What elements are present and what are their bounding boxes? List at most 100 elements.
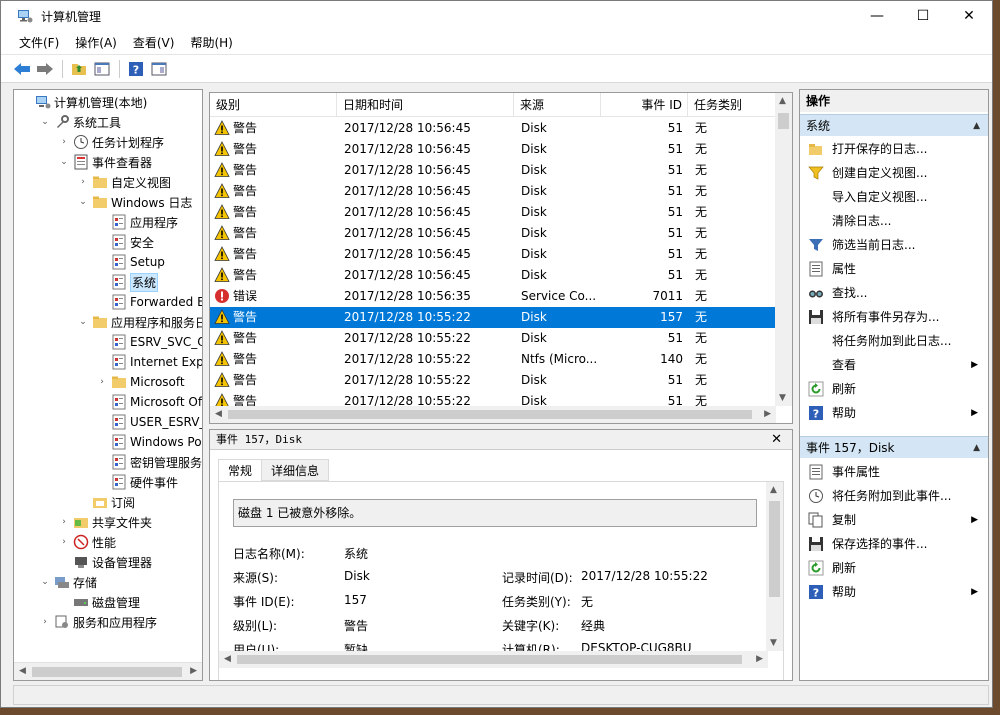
column-task-category[interactable]: 任务类别	[688, 93, 776, 117]
action-item[interactable]: 创建自定义视图...	[800, 161, 988, 185]
scrollbar-thumb[interactable]	[32, 667, 182, 677]
tree-node[interactable]: › 自定义视图	[77, 172, 171, 192]
action-item[interactable]: 查看 ▶	[800, 353, 988, 377]
tree-node[interactable]: 设备管理器	[58, 552, 152, 572]
expand-down-icon[interactable]: ⌄	[77, 197, 89, 207]
action-item[interactable]: 打开保存的日志...	[800, 137, 988, 161]
tree-node[interactable]: ESRV_SVC_QUE	[96, 332, 202, 352]
tree-node[interactable]: › Microsoft	[96, 372, 184, 392]
expand-down-icon[interactable]: ⌄	[77, 317, 89, 327]
action-item[interactable]: ? 帮助 ▶	[800, 580, 988, 604]
scrollbar-thumb[interactable]	[769, 501, 780, 597]
tree-node[interactable]: › 性能	[58, 532, 116, 552]
tree-node[interactable]: › 服务和应用程序	[39, 612, 157, 632]
show-hide-tree-button[interactable]	[91, 58, 113, 80]
tree-node[interactable]: › 任务计划程序	[58, 132, 164, 152]
expand-right-icon[interactable]: ›	[77, 177, 89, 187]
expand-right-icon[interactable]: ›	[39, 617, 51, 627]
tree-node[interactable]: 密钥管理服务	[96, 452, 202, 472]
column-event-id[interactable]: 事件 ID	[601, 93, 688, 117]
tab-general[interactable]: 常规	[218, 459, 263, 482]
event-row[interactable]: 警告 2017/12/28 10:56:45 Disk 51 无	[210, 202, 776, 223]
expand-down-icon[interactable]: ⌄	[58, 157, 70, 167]
menu-action[interactable]: 操作(A)	[67, 34, 125, 51]
event-row[interactable]: 警告 2017/12/28 10:56:45 Disk 51 无	[210, 265, 776, 286]
action-item[interactable]: 保存选择的事件...	[800, 532, 988, 556]
tree-node[interactable]: USER_ESRV_SV	[96, 412, 202, 432]
scroll-left-icon[interactable]: ◀	[215, 409, 222, 419]
scroll-left-icon[interactable]: ◀	[224, 654, 231, 664]
tree-node[interactable]: ⌄ 存储	[39, 572, 97, 592]
close-button[interactable]: ✕	[946, 1, 992, 31]
scrollbar-thumb[interactable]	[778, 113, 789, 129]
minimize-button[interactable]: —	[854, 1, 900, 31]
tree-node[interactable]: 系统	[96, 272, 159, 292]
action-item[interactable]: 将任务附加到此事件...	[800, 484, 988, 508]
tree-node[interactable]: ⌄ 系统工具	[39, 112, 121, 132]
scroll-down-icon[interactable]: ▼	[770, 638, 777, 648]
scroll-left-icon[interactable]: ◀	[19, 666, 26, 676]
event-row[interactable]: 警告 2017/12/28 10:56:45 Disk 51 无	[210, 223, 776, 244]
scroll-up-icon[interactable]: ▲	[770, 485, 777, 495]
tree-horizontal-scrollbar[interactable]: ◀ ▶	[14, 662, 202, 680]
tree-node[interactable]: ⌄ Windows 日志	[77, 192, 192, 212]
tree-node[interactable]: ⌄ 应用程序和服务日志	[77, 312, 202, 332]
tree-node[interactable]: Setup	[96, 252, 165, 272]
event-row[interactable]: 警告 2017/12/28 10:56:45 Disk 51 无	[210, 244, 776, 265]
scroll-up-icon[interactable]: ▲	[779, 96, 786, 106]
expand-right-icon[interactable]: ›	[96, 377, 108, 387]
scroll-right-icon[interactable]: ▶	[190, 666, 197, 676]
action-item[interactable]: 将任务附加到此日志...	[800, 329, 988, 353]
scroll-right-icon[interactable]: ▶	[756, 654, 763, 664]
menu-view[interactable]: 查看(V)	[125, 34, 183, 51]
event-row[interactable]: 警告 2017/12/28 10:55:22 Disk 51 无	[210, 328, 776, 349]
menu-file[interactable]: 文件(F)	[11, 34, 67, 51]
detail-horizontal-scrollbar[interactable]: ◀ ▶	[219, 651, 768, 668]
tree-node[interactable]: 计算机管理(本地)	[20, 92, 147, 112]
expand-down-icon[interactable]: ⌄	[39, 117, 51, 127]
tree-node[interactable]: Internet Explor	[96, 352, 202, 372]
tree-node[interactable]: ⌄ 事件查看器	[58, 152, 152, 172]
tree-node[interactable]: Forwarded Eve	[96, 292, 202, 312]
action-item[interactable]: 事件属性	[800, 460, 988, 484]
scroll-down-icon[interactable]: ▼	[779, 393, 786, 403]
close-detail-icon[interactable]: ✕	[771, 430, 782, 450]
detail-vertical-scrollbar[interactable]: ▲ ▼	[766, 482, 783, 651]
list-vertical-scrollbar[interactable]: ▲ ▼	[775, 93, 792, 406]
forward-button[interactable]	[34, 58, 56, 80]
action-item[interactable]: 查找...	[800, 281, 988, 305]
tree-node[interactable]: 硬件事件	[96, 472, 178, 492]
column-level[interactable]: 级别	[210, 93, 337, 117]
scrollbar-thumb[interactable]	[237, 655, 742, 664]
maximize-button[interactable]: ☐	[900, 1, 946, 31]
column-source[interactable]: 来源	[514, 93, 601, 117]
action-item[interactable]: 刷新	[800, 556, 988, 580]
expand-right-icon[interactable]: ›	[58, 517, 70, 527]
tab-details[interactable]: 详细信息	[261, 459, 330, 481]
actions-section-system[interactable]: 系统 ▲	[800, 114, 988, 136]
show-hide-action-pane-button[interactable]	[148, 58, 170, 80]
column-datetime[interactable]: 日期和时间	[337, 93, 514, 117]
tree-node[interactable]: 磁盘管理	[58, 592, 140, 612]
action-item[interactable]: ? 帮助 ▶	[800, 401, 988, 425]
menu-help[interactable]: 帮助(H)	[182, 34, 240, 51]
list-horizontal-scrollbar[interactable]: ◀ ▶	[210, 406, 776, 423]
actions-section-event[interactable]: 事件 157，Disk ▲	[800, 436, 988, 458]
collapse-up-icon[interactable]: ▲	[973, 437, 980, 459]
action-item[interactable]: 复制 ▶	[800, 508, 988, 532]
tree-node[interactable]: 应用程序	[96, 212, 178, 232]
scroll-right-icon[interactable]: ▶	[764, 409, 771, 419]
event-row[interactable]: 警告 2017/12/28 10:55:22 Ntfs (Micro... 140 无	[210, 349, 776, 370]
event-row[interactable]: 警告 2017/12/28 10:55:22 Disk 51 无	[210, 370, 776, 391]
expand-right-icon[interactable]: ›	[58, 137, 70, 147]
action-item[interactable]: 筛选当前日志...	[800, 233, 988, 257]
event-row[interactable]: 警告 2017/12/28 10:56:45 Disk 51 无	[210, 139, 776, 160]
event-row[interactable]: 警告 2017/12/28 10:56:45 Disk 51 无	[210, 160, 776, 181]
event-row[interactable]: 警告 2017/12/28 10:55:22 Disk 157 无	[210, 307, 776, 328]
event-row[interactable]: 错误 2017/12/28 10:56:35 Service Co... 7011 无	[210, 286, 776, 307]
up-level-button[interactable]	[68, 58, 90, 80]
action-item[interactable]: 清除日志...	[800, 209, 988, 233]
expand-down-icon[interactable]: ⌄	[39, 577, 51, 587]
expand-right-icon[interactable]: ›	[58, 537, 70, 547]
back-button[interactable]	[11, 58, 33, 80]
